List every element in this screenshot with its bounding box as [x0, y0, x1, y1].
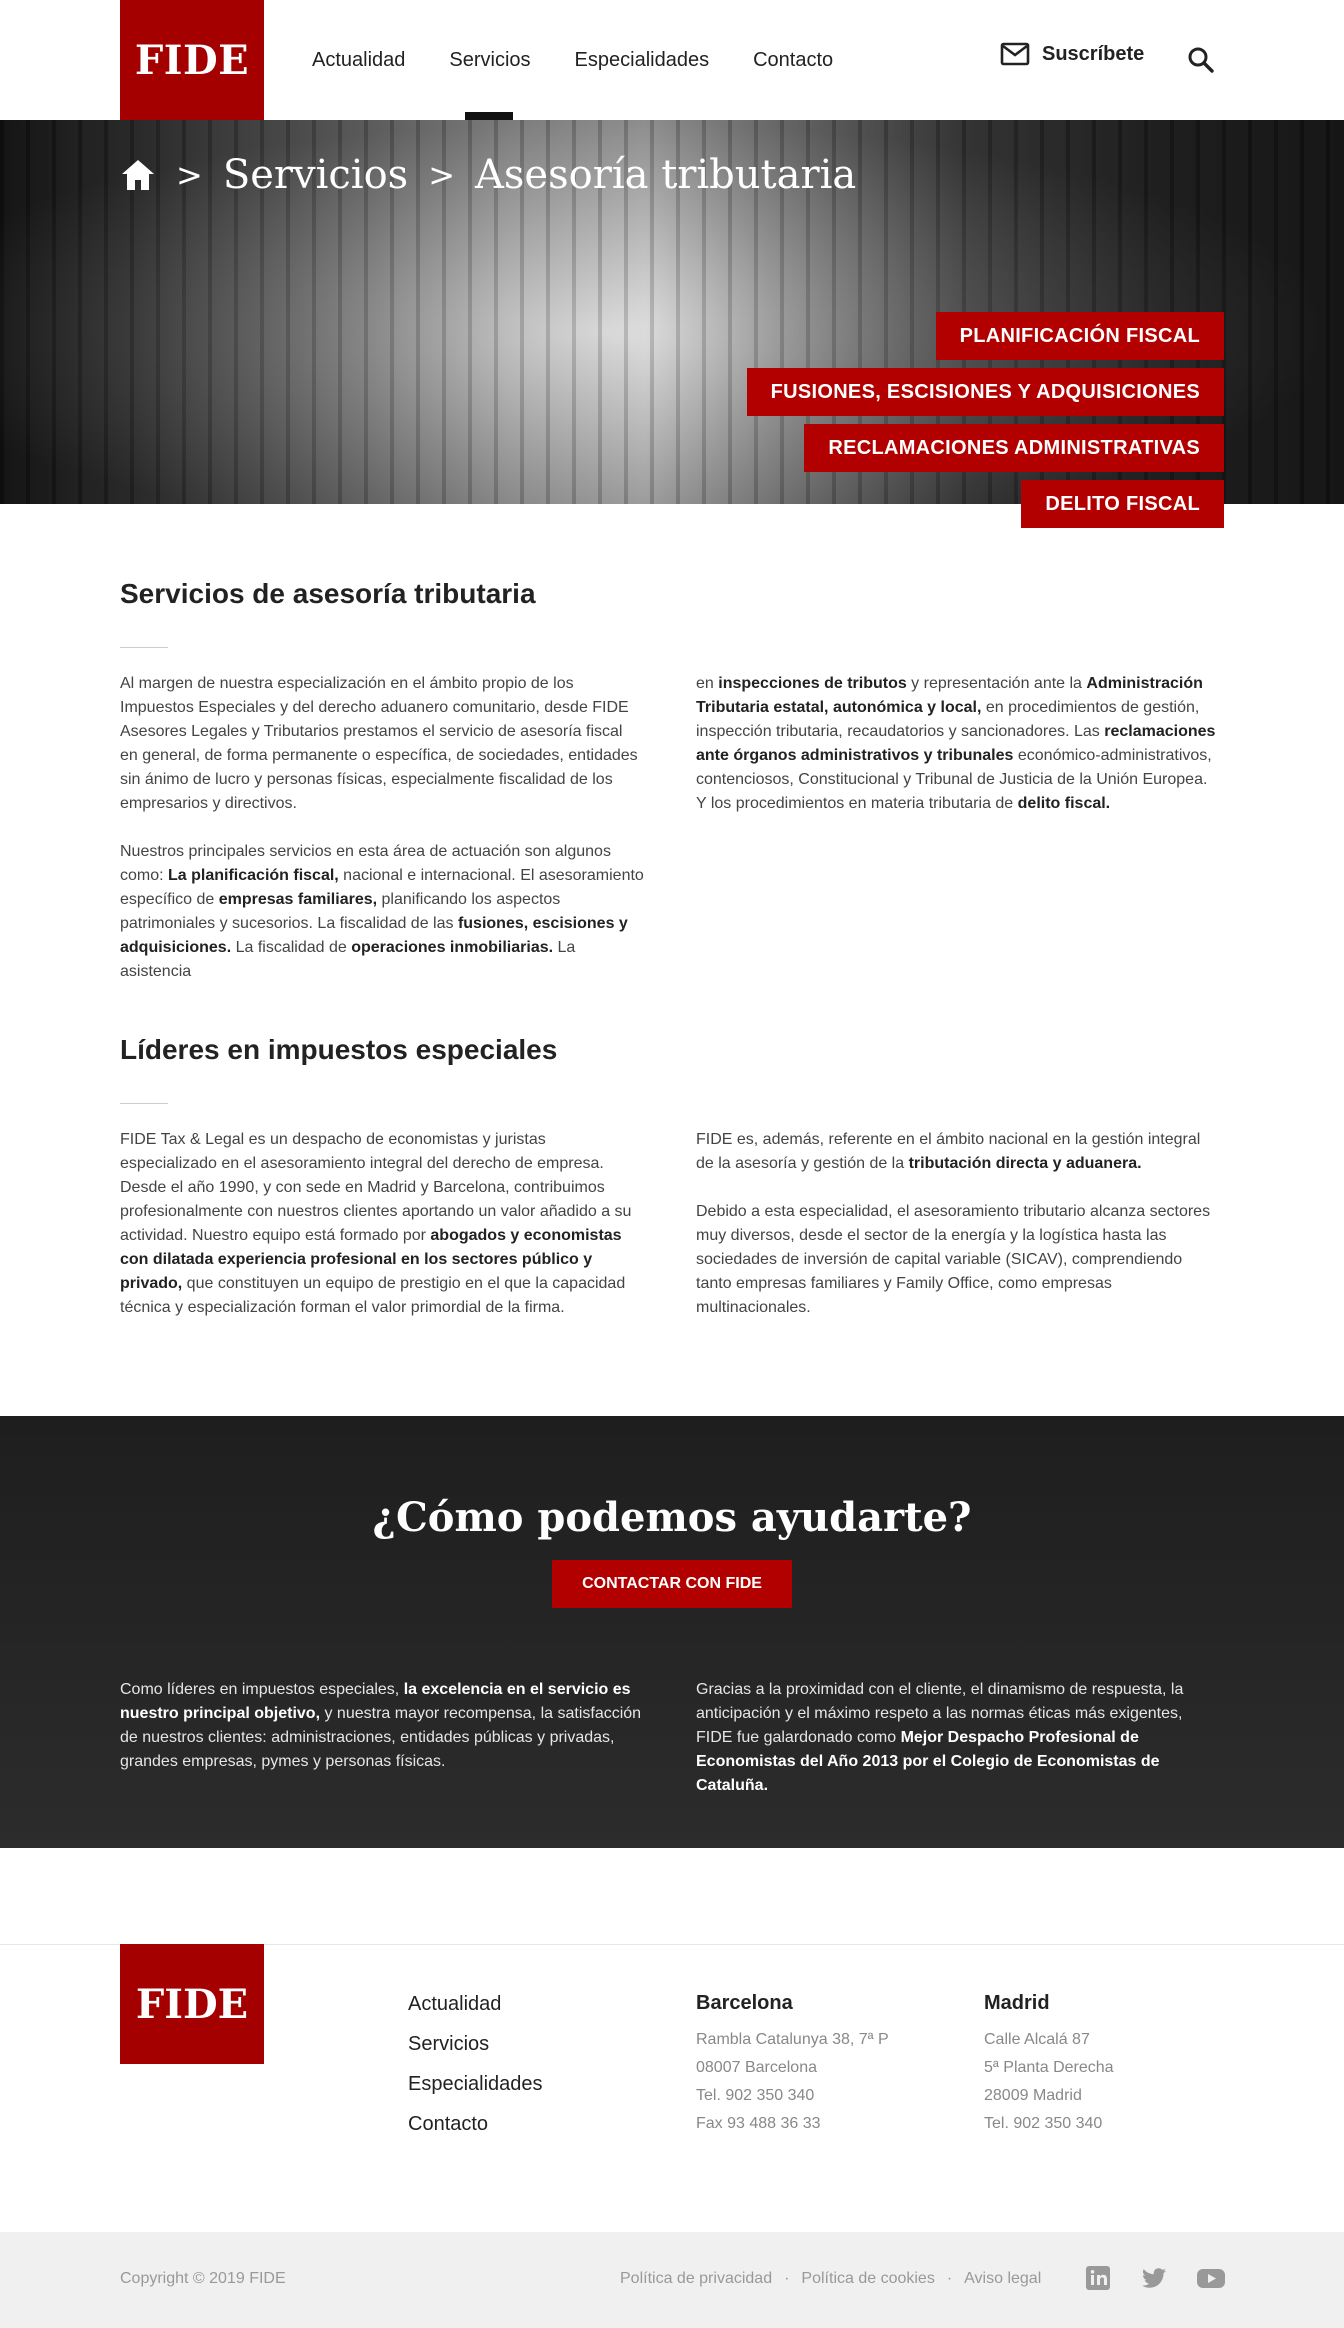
service-tags: PLANIFICACIÓN FISCAL FUSIONES, ESCISIONE…	[746, 312, 1224, 480]
emphasis-text: la excelencia en el servicio es nuestro …	[120, 1681, 631, 1722]
section-title-servicios: Servicios de asesoría tributaria	[120, 578, 536, 609]
contact-button[interactable]: CONTACTAR CON FIDE	[552, 1560, 792, 1608]
office-phone: Tel. 902 350 340	[984, 2115, 1103, 2132]
mail-icon	[1000, 42, 1030, 66]
linkedin-icon[interactable]	[1084, 2264, 1112, 2292]
office-address-line: Rambla Catalunya 38, 7ª P	[696, 2031, 889, 2048]
link-cookie-policy[interactable]: Política de cookies	[801, 2270, 934, 2288]
office-madrid: Madrid Calle Alcalá 87 5ª Planta Derecha…	[984, 1990, 1114, 2138]
office-address-line: 5ª Planta Derecha	[984, 2059, 1114, 2076]
search-icon[interactable]	[1186, 45, 1216, 75]
tag-planificacion-fiscal[interactable]: PLANIFICACIÓN FISCAL	[935, 312, 1224, 360]
link-legal-notice[interactable]: Aviso legal	[964, 2270, 1041, 2288]
nav-servicios[interactable]: Servicios	[449, 0, 531, 120]
bottom-bar: Copyright © 2019 FIDE Política de privac…	[0, 2232, 1344, 2328]
office-address-line: 08007 Barcelona	[696, 2059, 817, 2076]
nav-actualidad[interactable]: Actualidad	[312, 0, 405, 120]
emphasis-text: operaciones inmobiliarias.	[351, 939, 554, 956]
section1-paragraph-2: Nuestros principales servicios en esta á…	[120, 843, 644, 980]
breadcrumb-servicios[interactable]: Servicios	[223, 152, 408, 198]
subscribe-button[interactable]: Suscríbete	[1000, 42, 1144, 66]
footer-nav: Actualidad Servicios Especialidades Cont…	[408, 1992, 543, 2152]
emphasis-text: empresas familiares,	[218, 891, 378, 908]
section2-paragraph-1: FIDE Tax & Legal es un despacho de econo…	[120, 1131, 632, 1316]
section1-right-column: en inspecciones de tributos y representa…	[696, 672, 1220, 840]
footer-nav-contacto[interactable]: Contacto	[408, 2112, 543, 2152]
office-address-line: Calle Alcalá 87	[984, 2031, 1090, 2048]
section1-left-column: Al margen de nuestra especialización en …	[120, 672, 644, 1008]
logo[interactable]: FIDE	[120, 0, 264, 120]
link-privacy-policy[interactable]: Política de privacidad	[620, 2270, 772, 2288]
office-phone: Tel. 902 350 340	[696, 2087, 815, 2104]
section2-right-column: FIDE es, además, referente en el ámbito …	[696, 1128, 1220, 1344]
contact-cta-band: ¿Cómo podemos ayudarte? CONTACTAR CON FI…	[0, 1416, 1344, 1848]
hero-banner: > Servicios > Asesoría tributaria PLANIF…	[0, 120, 1344, 504]
office-address-line: 28009 Madrid	[984, 2087, 1082, 2104]
cta-right-text: Gracias a la proximidad con el cliente, …	[696, 1681, 1184, 1794]
office-barcelona: Barcelona Rambla Catalunya 38, 7ª P 0800…	[696, 1990, 889, 2138]
office-title: Barcelona	[696, 1992, 793, 2014]
breadcrumb-current: Asesoría tributaria	[475, 152, 857, 198]
emphasis-text: tributación directa y aduanera.	[908, 1155, 1142, 1172]
home-icon[interactable]	[120, 158, 156, 192]
section1-paragraph-1: Al margen de nuestra especialización en …	[120, 675, 638, 812]
nav-especialidades[interactable]: Especialidades	[575, 0, 710, 120]
copyright: Copyright © 2019 FIDE	[120, 2270, 286, 2287]
section-title-lideres: Líderes en impuestos especiales	[120, 1034, 558, 1065]
section1-paragraph-3: en inspecciones de tributos y representa…	[696, 675, 1216, 812]
subscribe-label: Suscríbete	[1042, 42, 1145, 65]
emphasis-text: La planificación fiscal,	[168, 867, 339, 884]
youtube-icon[interactable]	[1196, 2264, 1226, 2292]
tag-delito-fiscal[interactable]: DELITO FISCAL	[1021, 480, 1224, 528]
tag-fusiones[interactable]: FUSIONES, ESCISIONES Y ADQUISICIONES	[746, 368, 1224, 416]
section2-left-column: FIDE Tax & Legal es un despacho de econo…	[120, 1128, 644, 1344]
emphasis-text: Mejor Despacho Profesional de Economista…	[696, 1729, 1160, 1794]
legal-links: Política de privacidad · Política de coo…	[620, 2270, 1042, 2288]
footer-logo[interactable]: FIDE	[120, 1944, 264, 2064]
office-title: Madrid	[984, 1992, 1050, 2014]
nav-contacto[interactable]: Contacto	[753, 0, 833, 120]
cta-title: ¿Cómo podemos ayudarte?	[372, 1494, 972, 1541]
emphasis-text: abogados y economistas con dilatada expe…	[120, 1227, 622, 1292]
emphasis-text: inspecciones de tributos	[718, 675, 907, 692]
site-header: FIDE Actualidad Servicios Especialidades…	[0, 0, 1344, 120]
section2-paragraph-3: Debido a esta especialidad, el asesorami…	[696, 1203, 1211, 1316]
breadcrumb-separator: >	[428, 156, 456, 194]
footer-nav-actualidad[interactable]: Actualidad	[408, 1992, 543, 2032]
emphasis-text: delito fiscal.	[1017, 795, 1111, 812]
breadcrumb-separator: >	[176, 156, 203, 194]
section2-paragraph-2: FIDE es, además, referente en el ámbito …	[696, 1131, 1201, 1172]
section-divider	[120, 1103, 168, 1104]
breadcrumb: > Servicios > Asesoría tributaria	[120, 152, 856, 198]
footer-nav-servicios[interactable]: Servicios	[408, 2032, 543, 2072]
emphasis-text: reclamaciones ante órganos administrativ…	[696, 723, 1216, 764]
twitter-icon[interactable]	[1140, 2264, 1168, 2292]
footer-nav-especialidades[interactable]: Especialidades	[408, 2072, 543, 2112]
office-fax: Fax 93 488 36 33	[696, 2115, 821, 2132]
cta-left-text: Como líderes en impuestos especiales, la…	[120, 1681, 642, 1770]
main-nav: Actualidad Servicios Especialidades Cont…	[312, 0, 877, 120]
section-divider	[120, 647, 168, 648]
tag-reclamaciones[interactable]: RECLAMACIONES ADMINISTRATIVAS	[804, 424, 1224, 472]
